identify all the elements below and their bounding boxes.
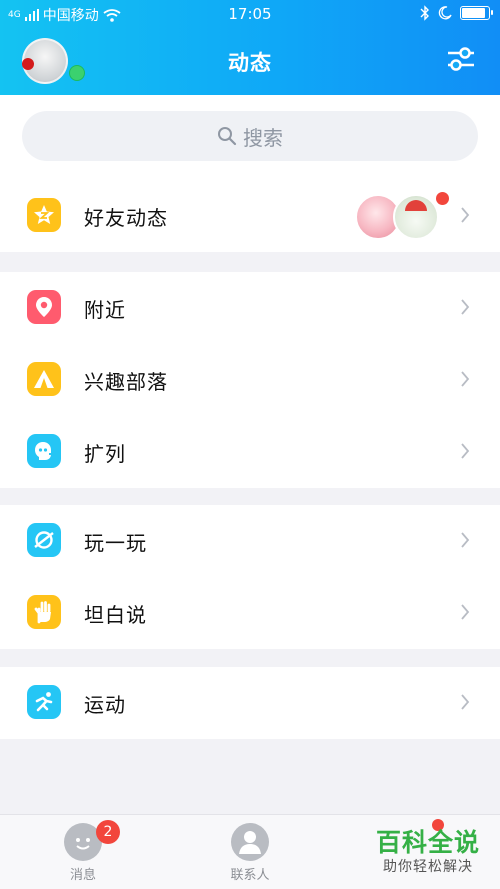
status-bar: 4G 中国移动 17:05	[0, 0, 500, 28]
row-label: 兴趣部落	[84, 369, 168, 394]
watermark-sub: 助你轻松解决	[383, 859, 473, 875]
row-expand-friends[interactable]: 扩列	[0, 416, 500, 488]
row-label: 好友动态	[84, 205, 168, 230]
row-label: 附近	[84, 297, 126, 322]
location-pin-icon	[27, 290, 61, 324]
watermark-logo: 百科全说 助你轻松解决	[372, 828, 484, 876]
row-play[interactable]: 玩一玩	[0, 505, 500, 577]
nav-bar: 动态	[0, 28, 500, 95]
battery-fill	[462, 8, 486, 18]
bluetooth-icon	[420, 5, 429, 21]
search-bar[interactable]: 搜索	[22, 111, 478, 161]
friend-avatar	[393, 194, 439, 240]
running-icon	[27, 685, 61, 719]
tent-icon	[27, 362, 61, 396]
section-sports: 运动	[0, 667, 500, 739]
friend-avatar-umbrella	[405, 200, 427, 211]
raised-hand-icon	[27, 595, 61, 629]
row-sports[interactable]: 运动	[0, 667, 500, 739]
section-friends: 好友动态	[0, 180, 500, 252]
chevron-right-icon	[461, 532, 470, 548]
row-label: 扩列	[84, 441, 126, 466]
new-post-dot	[436, 192, 449, 205]
search-placeholder: 搜索	[243, 125, 283, 150]
qzone-star-icon	[27, 198, 61, 232]
top-header: 4G 中国移动 17:05 动态	[0, 0, 500, 95]
chevron-right-icon	[461, 371, 470, 387]
chevron-right-icon	[461, 207, 470, 223]
chevron-right-icon	[461, 604, 470, 620]
filter-settings-icon[interactable]	[446, 45, 476, 73]
page-title: 动态	[228, 51, 272, 75]
add-friend-face-icon	[27, 434, 61, 468]
row-friend-feed[interactable]: 好友动态	[0, 180, 500, 252]
battery-icon	[460, 6, 493, 20]
search-icon	[218, 127, 237, 146]
row-nearby[interactable]: 附近	[0, 272, 500, 344]
unread-badge: 2	[96, 820, 120, 844]
status-right	[420, 5, 493, 21]
moon-icon	[438, 6, 452, 20]
tab-messages[interactable]: 2 消息	[0, 815, 166, 889]
row-label: 运动	[84, 692, 126, 717]
planet-icon	[27, 523, 61, 557]
section-discover: 附近 兴趣部落 扩列	[0, 272, 500, 488]
section-fun: 玩一玩 坦白说	[0, 505, 500, 649]
row-interest-tribe[interactable]: 兴趣部落	[0, 344, 500, 416]
tab-contacts[interactable]: 联系人	[167, 815, 333, 889]
watermark-main: 百科全说	[375, 828, 480, 857]
search-area: 搜索	[0, 95, 500, 180]
chevron-right-icon	[461, 694, 470, 710]
chevron-right-icon	[461, 443, 470, 459]
contacts-person-icon	[231, 823, 269, 861]
chevron-right-icon	[461, 299, 470, 315]
tab-label: 消息	[69, 868, 96, 883]
tab-label: 联系人	[230, 868, 270, 883]
friend-avatars	[355, 192, 449, 240]
row-label: 坦白说	[84, 602, 147, 627]
row-confession[interactable]: 坦白说	[0, 577, 500, 649]
row-label: 玩一玩	[84, 530, 147, 555]
